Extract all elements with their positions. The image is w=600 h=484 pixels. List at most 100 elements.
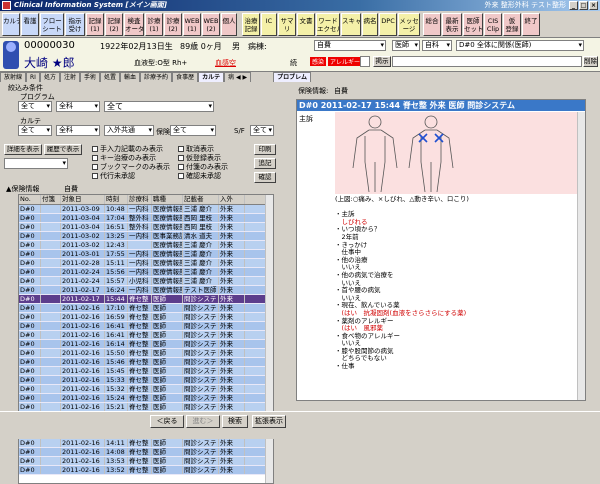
table-row[interactable]: D#0 2011-02-16 14:08 脊セ整 医師 問診システ 外来: [19, 448, 273, 457]
toolbar-button[interactable]: 個人: [221, 13, 237, 36]
table-row[interactable]: D#0 2011-02-16 16:41 脊セ整 医師 問診システ 外来: [19, 331, 273, 340]
note-view[interactable]: D#0 2011-02-17 15:44 脊セ整 外来 医師 問診システム 主訴…: [296, 99, 586, 401]
toolbar-button[interactable]: メッセ ージ: [398, 13, 420, 36]
program-dept-select[interactable]: 全科: [56, 101, 100, 112]
doctor-select[interactable]: 医師: [392, 40, 420, 51]
table-row[interactable]: D#0 2011-03-01 17:55 一内科 医療情報部 三浦 慶介 外来: [19, 250, 273, 259]
toolbar-button[interactable]: DPC: [379, 13, 397, 36]
toolbar-button[interactable]: 診療 (2): [164, 13, 182, 36]
allergy-warning[interactable]: アレルギー: [328, 57, 363, 66]
table-row[interactable]: D#0 2011-03-04 16:51 整外科 医療情報部 西岡 里枝 外来: [19, 223, 273, 232]
problem-select[interactable]: D#0 全体に関係(医師): [456, 40, 584, 51]
table-row[interactable]: D#0 2011-02-17 16:24 一内科 医療情報部 テスト医師 外来: [19, 286, 273, 295]
table-row[interactable]: D#0 2011-02-24 15:56 一内科 医療情報部 三浦 慶介 外来: [19, 268, 273, 277]
column-header[interactable]: 対象日: [61, 195, 105, 204]
note-scrollbar[interactable]: [577, 112, 585, 400]
karte-all-select[interactable]: 全て: [18, 125, 52, 136]
toolbar-button[interactable]: 検査 オーダ: [124, 13, 144, 36]
toolbar-button[interactable]: フロー シート: [40, 13, 64, 36]
table-row[interactable]: D#0 2011-02-16 16:41 脊セ整 医師 問診システ 外来: [19, 322, 273, 331]
table-row[interactable]: D#0 2011-02-16 13:53 脊セ整 医師 問診システ 外来: [19, 457, 273, 466]
detail-button[interactable]: 詳細を表示: [4, 144, 42, 155]
table-row[interactable]: D#0 2011-02-16 16:59 脊セ整 医師 問診システ 外来: [19, 313, 273, 322]
table-row[interactable]: D#0 2011-02-16 15:32 脊セ整 医師 問診システ 外来: [19, 385, 273, 394]
toolbar-button[interactable]: ワード エクセル: [316, 13, 340, 36]
delete-button[interactable]: 削除: [583, 56, 598, 67]
tab[interactable]: プロブレム: [273, 72, 312, 82]
tab[interactable]: 診療予約: [140, 72, 173, 82]
maximize-button[interactable]: □: [579, 1, 588, 10]
table-row[interactable]: D#0 2011-02-17 15:44 脊セ整 医師 問診システ 外来: [19, 295, 273, 304]
column-header[interactable]: 付箋: [41, 195, 61, 204]
infection-status[interactable]: 血感空: [215, 58, 236, 68]
toolbar-button[interactable]: スキャン: [341, 13, 361, 36]
check-confirm-unapproved[interactable]: 確認未承認: [178, 171, 221, 181]
table-row[interactable]: D#0 2011-02-16 15:24 脊セ整 医師 問診システ 外来: [19, 394, 273, 403]
tab[interactable]: 処方: [39, 72, 60, 82]
karte-dept-select[interactable]: 全科: [56, 125, 100, 136]
table-row[interactable]: D#0 2011-02-16 15:50 脊セ整 医師 問診システ 外来: [19, 349, 273, 358]
minimize-button[interactable]: _: [569, 1, 578, 10]
tab[interactable]: RI: [26, 72, 40, 82]
back-button[interactable]: ＜戻る: [150, 415, 184, 428]
history-select[interactable]: [4, 158, 68, 169]
toolbar-button[interactable]: 記録 (1): [86, 13, 104, 36]
toolbar-button[interactable]: 仮 登録: [503, 13, 521, 36]
toolbar-button[interactable]: CIS Clip: [484, 13, 502, 36]
table-row[interactable]: D#0 2011-02-16 15:46 脊セ整 医師 問診システ 外来: [19, 358, 273, 367]
karte-io-select[interactable]: 入外共通: [104, 125, 154, 136]
sf-select[interactable]: 全て: [250, 125, 274, 136]
toolbar-button[interactable]: 治療 記録: [242, 13, 260, 36]
tab[interactable]: 病 ◀ ▶: [224, 72, 252, 82]
dept-select[interactable]: 自科: [422, 40, 452, 51]
toolbar-button[interactable]: 最新 表示: [442, 13, 462, 36]
table-row[interactable]: D#0 2011-02-16 14:11 脊セ整 医師 問診システ 外来: [19, 439, 273, 448]
toolbar-button[interactable]: 指示 受け: [65, 13, 85, 36]
toolbar-button[interactable]: 終了: [522, 13, 540, 36]
tab[interactable]: 輸血: [120, 72, 141, 82]
history-button[interactable]: 履歴で表示: [44, 144, 82, 155]
tab[interactable]: 注射: [59, 72, 80, 82]
tab[interactable]: カルテ: [198, 72, 225, 82]
program-all-select[interactable]: 全て: [18, 101, 52, 112]
toolbar-button[interactable]: 文書: [297, 13, 315, 36]
table-row[interactable]: D#0 2011-02-24 15:57 小児科 医療情報部 三浦 慶介 外来: [19, 277, 273, 286]
add-note-button[interactable]: 追記: [254, 158, 276, 169]
toolbar-button[interactable]: WEB (2): [202, 13, 220, 36]
table-row[interactable]: D#0 2011-03-09 10:48 一内科 医療情報部 三浦 慶介 外来: [19, 205, 273, 214]
search-button[interactable]: 検索: [222, 415, 248, 428]
toolbar-button[interactable]: WEB (1): [183, 13, 201, 36]
column-header[interactable]: 職種: [152, 195, 183, 204]
infection-warning[interactable]: 感染: [310, 57, 327, 66]
ward-select[interactable]: 自費: [314, 40, 386, 51]
table-row[interactable]: D#0 2011-03-02 13:25 一内科 医事業務課 清水 道夫 外来: [19, 232, 273, 241]
forward-button[interactable]: 進む＞: [186, 415, 220, 428]
toolbar-button[interactable]: 診療 (1): [145, 13, 163, 36]
toolbar-button[interactable]: 看護: [21, 13, 39, 36]
toolbar-button[interactable]: 記録 (2): [105, 13, 123, 36]
column-header[interactable]: 入外: [219, 195, 245, 204]
column-header[interactable]: 診療科: [128, 195, 152, 204]
column-header[interactable]: No.: [19, 195, 41, 204]
table-row[interactable]: D#0 2011-02-28 15:11 一内科 医療情報部 三浦 慶介 外来: [19, 259, 273, 268]
tab[interactable]: 放射線: [0, 72, 27, 82]
toolbar-button[interactable]: 病名: [362, 13, 378, 36]
extra-button[interactable]: 掲示: [373, 56, 391, 67]
table-row[interactable]: D#0 2011-02-16 15:45 脊セ整 医師 問診システ 外来: [19, 367, 273, 376]
program-type-select[interactable]: 全て: [104, 101, 214, 112]
table-row[interactable]: D#0 2011-03-02 12:43 医療情報部 三浦 慶介 外来: [19, 241, 273, 250]
toolbar-button[interactable]: 医師 セット: [463, 13, 483, 36]
problem-detail-field[interactable]: [392, 56, 582, 67]
table-row[interactable]: D#0 2011-02-16 13:52 脊セ整 医師 問診システ 外来: [19, 466, 273, 475]
tab[interactable]: 処置: [100, 72, 121, 82]
toolbar-button[interactable]: サマ リ: [278, 13, 296, 36]
toolbar-button[interactable]: IC: [261, 13, 277, 36]
print-button[interactable]: 印刷: [254, 144, 276, 155]
expand-view-button[interactable]: 拡張表示: [252, 415, 286, 428]
tab[interactable]: 食事歴: [172, 72, 199, 82]
toolbar-button[interactable]: 総合: [423, 13, 441, 36]
table-row[interactable]: D#0 2011-02-16 16:14 脊セ整 医師 問診システ 外来: [19, 340, 273, 349]
table-row[interactable]: D#0 2011-02-16 15:33 脊セ整 医師 問診システ 外来: [19, 376, 273, 385]
confirm-button[interactable]: 確認: [254, 172, 276, 183]
check-proxy-unapproved[interactable]: 代行未承認: [92, 171, 135, 181]
